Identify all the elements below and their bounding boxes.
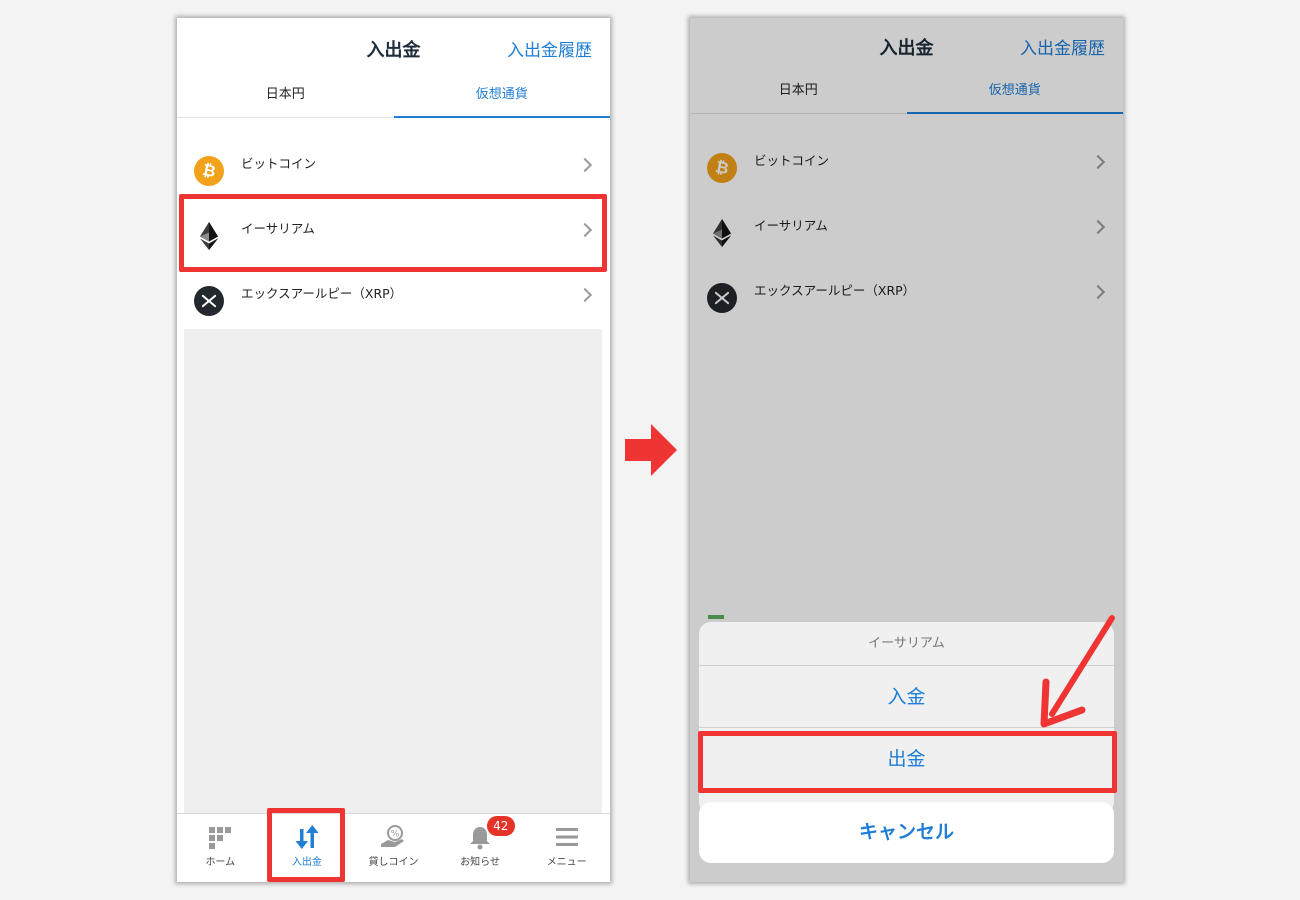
coin-row-xrp[interactable]: エックスアールピー（XRP） [177,258,610,323]
coin-list: ビットコイン イーサリアム エックスアールピー（XRP） [177,128,610,323]
bitcoin-icon [194,156,224,186]
header: 入出金 入出金履歴 [177,18,610,80]
chevron-right-icon [577,222,593,238]
chevron-right-icon [577,157,593,173]
xrp-icon [194,286,224,316]
lending-hand-icon: % [380,824,406,850]
coin-name: イーサリアム [241,221,315,236]
tabbar-label: 入出金 [291,857,322,868]
coin-row-bitcoin[interactable]: ビットコイン [177,128,610,193]
menu-icon [554,824,580,850]
tabbar-item-menu[interactable]: メニュー [523,814,610,882]
pointer-arrow-icon [1040,615,1115,728]
grid-icon [207,824,233,850]
svg-text:%: % [391,830,400,840]
tabbar-item-notifications[interactable]: 42 お知らせ [437,814,524,882]
coin-row-ethereum[interactable]: イーサリアム [177,193,610,258]
bottom-tab-bar: ホーム 入出金 % 貸しコイン 42 お知らせ メニュー [177,813,610,882]
history-link[interactable]: 入出金履歴 [507,36,592,61]
phone-screen-after: 入出金 入出金履歴 日本円 仮想通貨 ビットコイン イーサリアム [690,18,1123,882]
tabbar-label: ホーム [205,857,236,868]
coin-name: ビットコイン [241,156,317,171]
tabbar-label: メニュー [546,857,587,868]
ethereum-icon [194,221,224,251]
withdraw-button[interactable]: 出金 [699,728,1114,790]
tabbar-item-home[interactable]: ホーム [177,814,264,882]
tabbar-label: お知らせ [460,857,500,868]
tabbar-item-lending[interactable]: % 貸しコイン [350,814,437,882]
tab-jpy[interactable]: 日本円 [177,80,394,118]
empty-area [184,329,602,813]
arrow-right-icon [625,424,677,476]
currency-tabs: 日本円 仮想通貨 [177,80,610,118]
chevron-right-icon [577,287,593,303]
coin-name: エックスアールピー（XRP） [241,286,403,301]
phone-screen-before: 入出金 入出金履歴 日本円 仮想通貨 ビットコイン イーサリアム [177,18,610,882]
transfer-arrows-icon [294,824,320,850]
tabbar-label: 貸しコイン [368,857,419,868]
notification-badge: 42 [486,816,515,836]
tabbar-item-transfer[interactable]: 入出金 [264,814,351,882]
cancel-button[interactable]: キャンセル [699,802,1114,863]
tab-crypto[interactable]: 仮想通貨 [393,80,610,118]
